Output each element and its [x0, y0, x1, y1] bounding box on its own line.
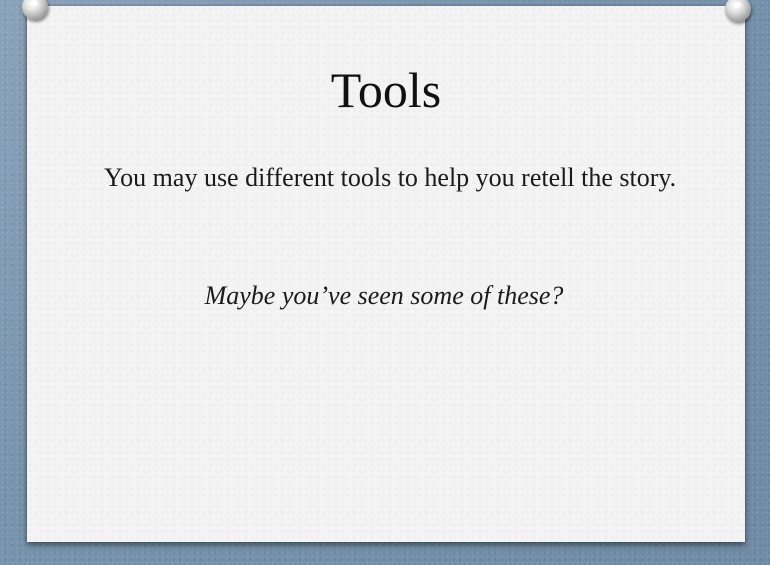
slide-body-text: You may use different tools to help you … — [104, 163, 677, 192]
slide-title: Tools — [330, 62, 442, 118]
slide-question-text: Maybe you’ve seen some of these? — [204, 281, 564, 310]
push-pin-icon — [725, 0, 751, 22]
slide-card: Tools You may use different tools to hel… — [27, 6, 745, 542]
